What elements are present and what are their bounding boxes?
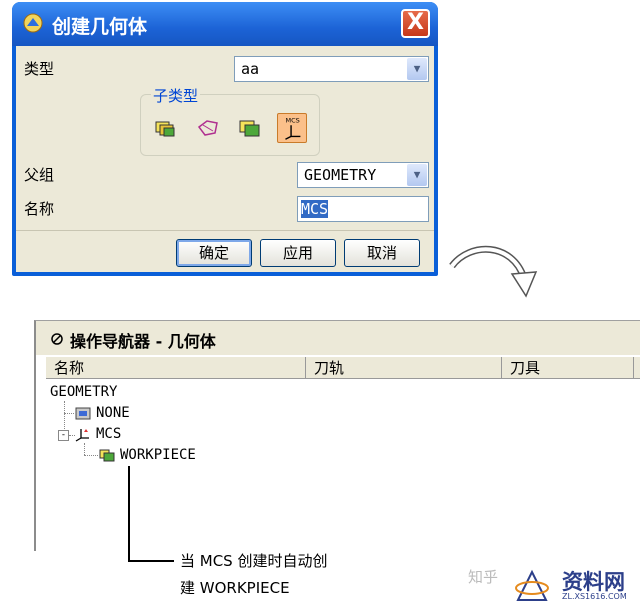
chevron-down-icon[interactable]: ▼ xyxy=(407,164,427,186)
cancel-button[interactable]: 取消 xyxy=(344,239,420,267)
apply-button[interactable]: 应用 xyxy=(260,239,336,267)
mill-geom-icon[interactable] xyxy=(151,113,181,143)
tree-node-none[interactable]: NONE xyxy=(96,405,130,421)
parent-value: GEOMETRY xyxy=(304,166,377,184)
name-input[interactable]: MCS xyxy=(297,196,429,222)
zhihu-watermark: 知乎 xyxy=(468,568,499,586)
tree-line xyxy=(84,443,85,455)
close-button[interactable]: X xyxy=(401,9,430,38)
collapse-icon[interactable]: - xyxy=(58,430,69,441)
divider xyxy=(16,230,434,231)
folder-icon xyxy=(75,407,91,420)
column-header-name[interactable]: 名称 xyxy=(46,357,306,379)
navigator-title: 操作导航器 - 几何体 xyxy=(70,332,216,351)
tree-node-workpiece[interactable]: WORKPIECE xyxy=(120,447,196,463)
create-geometry-dialog: 创建几何体 X 类型 aa ▼ 子类型 MCS 父组 GEOMETRY ▼ 名称… xyxy=(12,2,438,276)
callout-text-line2: 建 WORKPIECE xyxy=(180,579,290,597)
mill-boundary-icon[interactable] xyxy=(193,113,223,143)
column-header-tool[interactable]: 刀具 xyxy=(502,357,634,379)
parent-select[interactable]: GEOMETRY ▼ xyxy=(297,162,429,188)
workpiece-icon[interactable] xyxy=(235,113,265,143)
callout-line xyxy=(128,560,174,562)
navigator-icon xyxy=(51,333,63,345)
name-value: MCS xyxy=(301,200,329,218)
column-header-toolpath[interactable]: 刀轨 xyxy=(306,357,502,379)
dialog-body: 类型 aa ▼ 子类型 MCS 父组 GEOMETRY ▼ 名称 MCS 确定 … xyxy=(16,46,434,272)
type-select[interactable]: aa ▼ xyxy=(234,56,429,82)
tree-node-geometry[interactable]: GEOMETRY xyxy=(50,384,117,400)
column-header-more[interactable] xyxy=(634,357,640,379)
ok-button[interactable]: 确定 xyxy=(176,239,252,267)
type-label: 类型 xyxy=(24,60,55,78)
mcs-icon[interactable]: MCS xyxy=(277,113,307,143)
subtype-group: 子类型 MCS xyxy=(140,85,320,156)
callout-text-line1: 当 MCS 创建时自动创 xyxy=(180,552,328,570)
dialog-title: 创建几何体 xyxy=(52,16,148,38)
tree-node-mcs[interactable]: MCS xyxy=(96,426,121,442)
tree-line xyxy=(84,455,98,456)
navigator-titlebar: 操作导航器 - 几何体 xyxy=(36,321,640,355)
site-url: ZL.XS1616.COM xyxy=(562,592,627,601)
name-label: 名称 xyxy=(24,200,55,218)
callout-line xyxy=(128,466,130,562)
app-icon xyxy=(23,13,43,33)
curved-arrow-icon xyxy=(449,245,538,298)
operation-navigator: 操作导航器 - 几何体 名称 刀轨 刀具 GEOMETRY NONE - MCS… xyxy=(34,320,640,551)
subtype-label: 子类型 xyxy=(151,85,201,106)
tree-line xyxy=(64,413,74,414)
dialog-titlebar[interactable]: 创建几何体 X xyxy=(12,2,438,46)
workpiece-icon xyxy=(99,449,115,462)
mcs-icon xyxy=(75,429,89,442)
chevron-down-icon[interactable]: ▼ xyxy=(407,58,427,80)
mcs-icon-caption: MCS xyxy=(285,116,299,124)
parent-label: 父组 xyxy=(24,166,55,184)
type-value: aa xyxy=(241,60,260,78)
